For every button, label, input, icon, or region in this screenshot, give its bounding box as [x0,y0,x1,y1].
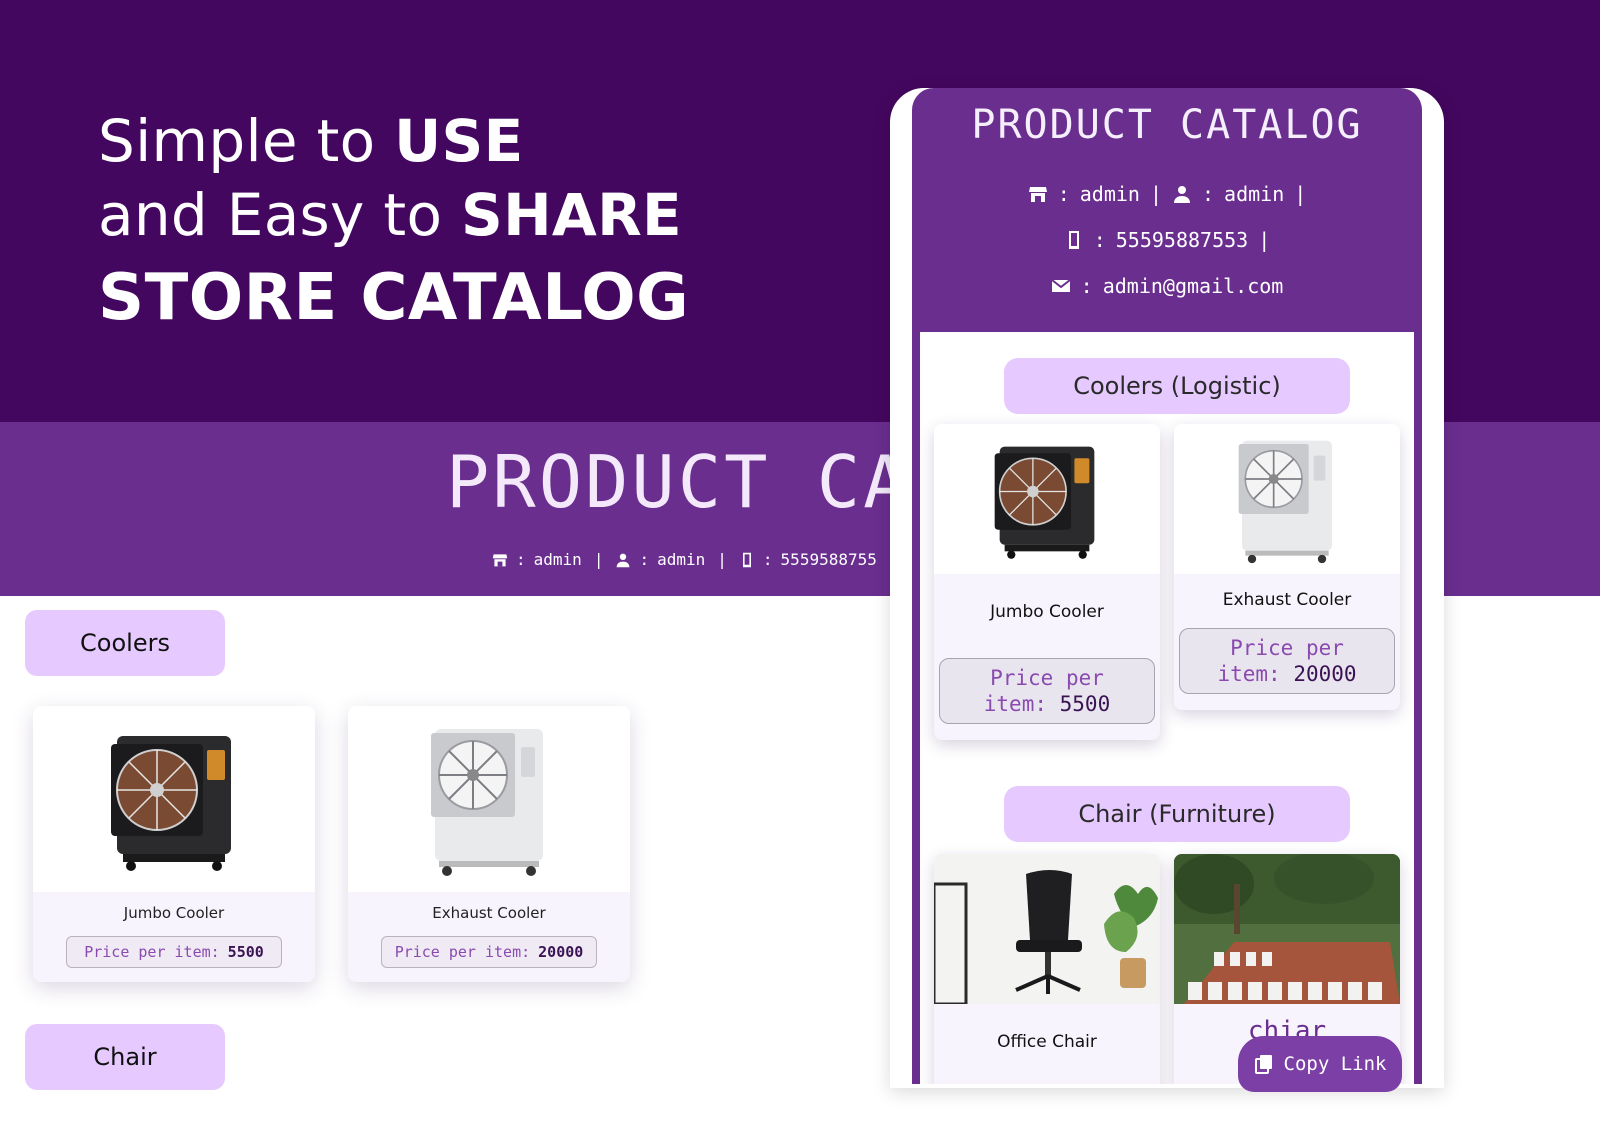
user-icon [617,553,630,567]
phone-category-coolers[interactable]: Coolers (Logistic) [1004,358,1350,414]
phone-screen: PRODUCT CATALOG : admin | : admin | : 55… [912,88,1422,1084]
bg-catalog-info: : admin | : admin | : 5559588755 [492,550,877,569]
phone-user-name: admin [1224,182,1285,206]
phone-number: 55595887553 [1115,228,1249,252]
cooler-white-image [431,729,543,876]
phone-mockup: PRODUCT CATALOG : admin | : admin | : 55… [890,88,1444,1088]
cooler-white-image [1238,440,1332,564]
product-name: Exhaust Cooler [1222,590,1352,610]
outdoor-venue-image [1174,854,1400,1004]
product-image [33,706,315,892]
tagline-line-3: STORE CATALOG [98,261,690,335]
bg-product-card[interactable]: Exhaust Cooler Price per item: 20000 [348,706,630,982]
phone-info-row-2: : 55595887553 | [912,228,1422,252]
bg-store-name: admin [533,550,582,569]
product-image [348,706,630,892]
tagline-line-2: and Easy to SHARE [98,181,682,249]
bg-catalog-title: PRODUCT CA [446,440,910,524]
product-price: Price per item: 20000 [1179,628,1395,694]
phone-info-row-1: : admin | : admin | [912,182,1422,206]
bg-phone-number: 5559588755 [780,550,877,569]
hero-tagline: Simple to USE and Easy to SHARE STORE CA… [98,104,689,338]
product-name: Jumbo Cooler [123,904,225,922]
bg-category-coolers[interactable]: Coolers [25,610,225,676]
phone-catalog-title: PRODUCT CATALOG [971,102,1363,148]
phone-email: admin@gmail.com [1102,274,1284,298]
bg-product-card[interactable]: Jumbo Cooler Price per item: 5500 [33,706,315,982]
cooler-dark-image [111,736,231,871]
copy-icon [1254,1055,1272,1074]
phone-catalog-header: PRODUCT CATALOG : admin | : admin | : 55… [912,88,1422,332]
product-name: Office Chair [997,1032,1097,1052]
bg-category-chair[interactable]: Chair [25,1024,225,1090]
user-icon [1174,186,1190,203]
product-price: Price per item: 20000 [381,936,597,968]
product-image [934,854,1160,1004]
phone-category-chair[interactable]: Chair (Furniture) [1004,786,1350,842]
tagline-line-1: Simple to USE [98,107,524,175]
phone-product-card[interactable]: Exhaust Cooler Price per item: 20000 [1174,424,1400,710]
product-price: Price per item: 5500 [939,658,1155,724]
phone-store-name: admin [1079,182,1140,206]
phone-product-card[interactable]: Office Chair [934,854,1160,1084]
bg-user-name: admin [657,550,706,569]
product-price: Price per item: 5500 [66,936,282,968]
copy-link-button[interactable]: Copy Link [1238,1036,1402,1092]
cooler-dark-image [994,446,1095,559]
phone-icon [742,552,751,567]
phone-icon [1068,231,1079,249]
copy-link-label: Copy Link [1283,1053,1387,1075]
store-icon [1028,187,1047,202]
phone-product-card[interactable]: Jumbo Cooler Price per item: 5500 [934,424,1160,740]
office-chair-image [934,854,1160,1004]
phone-info-row-3: : admin@gmail.com [912,274,1422,298]
product-name: Exhaust Cooler [432,904,546,922]
phone-catalog-body: Coolers (Logistic) Jumbo Cooler Price pe… [920,332,1414,1084]
product-name: Jumbo Cooler [990,602,1104,622]
mail-icon [1051,279,1071,292]
product-image [934,424,1160,574]
product-image [1174,424,1400,574]
store-icon [492,553,508,566]
product-image [1174,854,1400,1004]
